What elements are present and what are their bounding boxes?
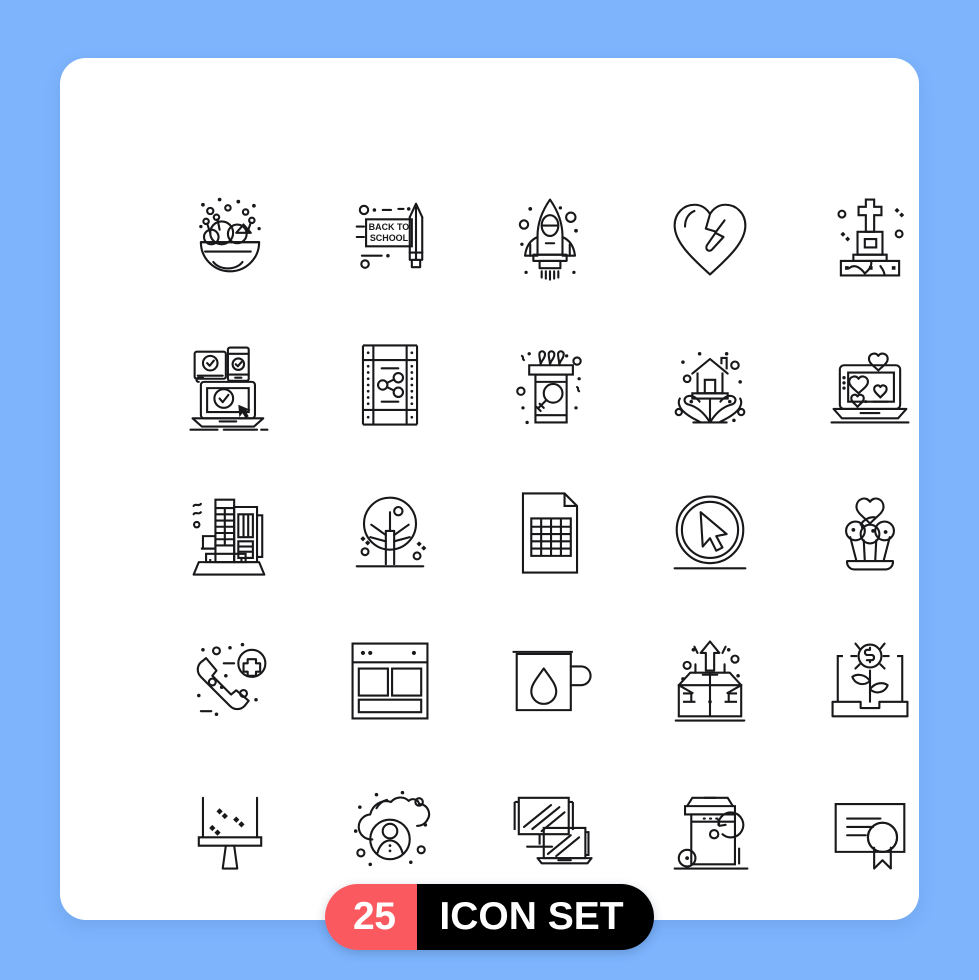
screenshot-canvas: BACK TO SCHOOL 25 ICON SET bbox=[0, 0, 979, 980]
icon-cell-cursor-circle[interactable] bbox=[630, 459, 790, 607]
icon-cell-recycle-bin[interactable] bbox=[630, 755, 790, 903]
icon-cell-cupcake[interactable] bbox=[790, 459, 950, 607]
badge-count: 25 bbox=[325, 884, 418, 950]
icon-cell-laptop-hearts[interactable] bbox=[790, 311, 950, 459]
monitor-laptop-icon bbox=[498, 777, 602, 881]
icon-cell-emergency-call[interactable] bbox=[150, 607, 310, 755]
rocket-launch-icon bbox=[498, 185, 578, 289]
icon-cell-devices[interactable] bbox=[470, 755, 630, 903]
icon-cell-rocket[interactable] bbox=[470, 163, 630, 311]
icon-cell-money-plant[interactable] bbox=[790, 607, 950, 755]
emergency-call-icon bbox=[178, 642, 282, 717]
city-buildings-icon bbox=[178, 481, 282, 585]
money-plant-growth-icon bbox=[818, 629, 922, 733]
recycle-bin-icon bbox=[658, 777, 762, 881]
cupcake-heart-icon bbox=[818, 481, 922, 585]
icon-cell-broken-heart[interactable] bbox=[630, 163, 790, 311]
open-box-arrow-icon bbox=[658, 629, 762, 733]
laptop-hearts-icon bbox=[818, 333, 922, 437]
icon-cell-squeegee[interactable] bbox=[150, 755, 310, 903]
grave-tombstone-icon bbox=[818, 185, 905, 289]
cursor-circle-icon bbox=[658, 481, 762, 585]
icon-set-card: BACK TO SCHOOL bbox=[60, 58, 919, 920]
badge-label: ICON SET bbox=[417, 884, 654, 950]
browser-layout-icon bbox=[338, 629, 442, 733]
icon-grid: BACK TO SCHOOL bbox=[150, 163, 950, 903]
back-to-school-icon: BACK TO SCHOOL bbox=[338, 185, 442, 289]
squeegee-cleaning-icon bbox=[178, 777, 282, 881]
icon-count-badge: 25 ICON SET bbox=[325, 884, 654, 950]
icon-cell-open-box[interactable] bbox=[630, 607, 790, 755]
icon-cell-trash-search[interactable] bbox=[470, 311, 630, 459]
banner-text-line1: BACK TO bbox=[369, 222, 410, 232]
mug-water-drop-icon bbox=[498, 629, 602, 733]
certificate-icon bbox=[818, 777, 922, 881]
icon-cell-grave[interactable] bbox=[790, 163, 950, 311]
banner-text-line2: SCHOOL bbox=[370, 233, 409, 243]
icon-cell-mug-drop[interactable] bbox=[470, 607, 630, 755]
fruit-bowl-icon bbox=[199, 197, 261, 289]
icon-cell-film-share[interactable] bbox=[310, 311, 470, 459]
icon-cell-spreadsheet-file[interactable] bbox=[470, 459, 630, 607]
responsive-devices-check-icon bbox=[178, 333, 282, 437]
icon-cell-fruit-bowl[interactable] bbox=[150, 163, 310, 311]
icon-cell-city-buildings[interactable] bbox=[150, 459, 310, 607]
film-strip-share-icon bbox=[338, 333, 442, 437]
broken-heart-icon bbox=[658, 185, 762, 289]
icon-cell-house-hands[interactable] bbox=[630, 311, 790, 459]
icon-cell-responsive-devices[interactable] bbox=[150, 311, 310, 459]
icon-cell-browser-layout[interactable] bbox=[310, 607, 470, 755]
icon-cell-cloud-user[interactable] bbox=[310, 755, 470, 903]
cloud-user-icon bbox=[353, 790, 442, 867]
icon-cell-tree[interactable] bbox=[310, 459, 470, 607]
icon-cell-certificate[interactable] bbox=[790, 755, 950, 903]
tree-icon bbox=[338, 481, 427, 585]
house-in-hands-icon bbox=[658, 352, 762, 437]
trash-bin-search-icon bbox=[498, 333, 602, 425]
spreadsheet-file-icon bbox=[498, 481, 602, 585]
icon-cell-back-to-school[interactable]: BACK TO SCHOOL bbox=[310, 163, 470, 311]
